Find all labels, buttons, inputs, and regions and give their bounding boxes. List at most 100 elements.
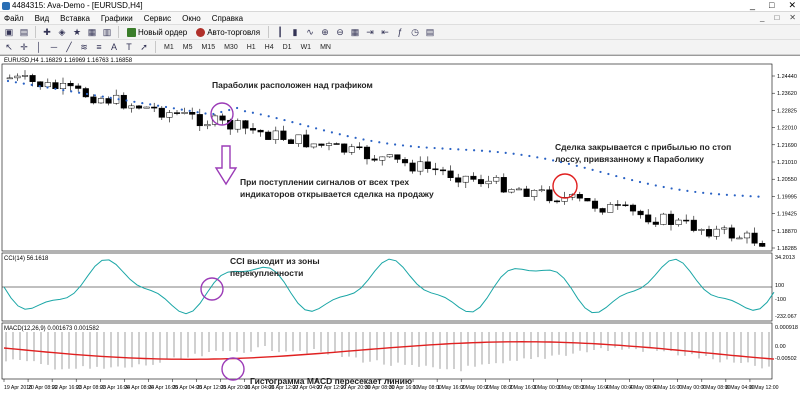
psar-dot: [694, 190, 697, 194]
timeframe-m15[interactable]: M15: [198, 43, 218, 52]
timeframe-m30[interactable]: M30: [221, 43, 241, 52]
cci-tick-label: -100: [775, 297, 786, 303]
timeframe-h4[interactable]: H4: [262, 43, 277, 52]
zoom-out-icon[interactable]: ⊖: [334, 26, 346, 38]
cci-line: [3, 258, 775, 315]
cursor-icon[interactable]: ↖: [3, 41, 15, 53]
timeframe-m5[interactable]: M5: [180, 43, 196, 52]
macd-tick-label: -0.00502: [775, 356, 797, 362]
new-order-button[interactable]: Новый ордер: [124, 26, 190, 39]
candle-body: [683, 219, 690, 222]
candle-body: [409, 162, 416, 172]
tester-icon[interactable]: ▥: [101, 26, 113, 38]
toolbar-divider: [268, 26, 270, 38]
price-tick-label: 1.19995: [777, 194, 797, 200]
menu-help[interactable]: Справка: [212, 14, 243, 23]
data-window-icon[interactable]: ◈: [56, 26, 68, 38]
psar-dot: [749, 195, 752, 198]
terminal-icon[interactable]: ▦: [86, 26, 98, 38]
psar-dot: [54, 87, 57, 90]
cci-tick-label: -232.067: [775, 314, 797, 320]
timeframe-mn[interactable]: MN: [317, 43, 334, 52]
timeframe-d1[interactable]: D1: [280, 43, 295, 52]
text-icon[interactable]: A: [108, 41, 120, 53]
psar-dot: [686, 189, 689, 193]
label-icon[interactable]: T: [123, 41, 135, 53]
market-watch-icon[interactable]: ✚: [41, 26, 53, 38]
candle-body: [439, 169, 447, 172]
horizontal-line-icon[interactable]: ─: [48, 41, 60, 53]
psar-dot: [757, 195, 760, 198]
timeframe-m1[interactable]: M1: [161, 43, 177, 52]
arrows-icon[interactable]: ➚: [138, 41, 150, 53]
psar-dot: [101, 95, 104, 98]
toolbar-divider: [118, 26, 119, 38]
line-chart-icon[interactable]: ∿: [304, 26, 316, 38]
psar-dot: [512, 152, 515, 155]
candle-body: [371, 158, 378, 161]
psar-dot: [109, 96, 112, 99]
autoscroll-icon[interactable]: ⇥: [364, 26, 376, 38]
menu-tools[interactable]: Сервис: [144, 14, 171, 23]
candle-body: [67, 83, 74, 87]
crosshair-icon[interactable]: ✛: [18, 41, 30, 53]
chart-shift-icon[interactable]: ⇤: [379, 26, 391, 38]
menu-view[interactable]: Вид: [35, 14, 49, 23]
menu-insert[interactable]: Вставка: [60, 14, 90, 23]
psar-dot: [180, 108, 183, 111]
psar-dot: [267, 115, 270, 118]
candle-body: [493, 177, 500, 182]
mdi-minimize-icon[interactable]: _: [760, 12, 764, 24]
psar-dot: [283, 118, 286, 122]
indicators-icon[interactable]: ƒ: [394, 26, 406, 38]
templates-icon[interactable]: ▤: [424, 26, 436, 38]
maximize-icon[interactable]: □: [769, 0, 774, 11]
candle-body: [523, 188, 530, 197]
profiles-icon[interactable]: ▤: [18, 26, 30, 38]
vertical-line-icon[interactable]: │: [33, 41, 45, 53]
psar-dot: [631, 178, 634, 182]
psar-dot: [14, 81, 17, 84]
psar-dot: [528, 154, 531, 158]
psar-dot: [615, 174, 618, 178]
menu-window[interactable]: Окно: [182, 14, 201, 23]
macd-label: MACD(12,26,9) 0.001673 0.001582: [4, 326, 100, 332]
minimize-icon[interactable]: _: [750, 0, 755, 11]
psar-dot: [307, 125, 310, 128]
candle-body: [386, 154, 393, 158]
time-tick-label: 8 May 12:00: [750, 385, 779, 391]
psar-dot: [449, 147, 452, 151]
channel-icon[interactable]: ≋: [78, 41, 90, 53]
psar-dot: [188, 109, 191, 112]
bar-chart-icon[interactable]: ┃: [274, 26, 286, 38]
timeframe-h1[interactable]: H1: [244, 43, 259, 52]
navigator-icon[interactable]: ★: [71, 26, 83, 38]
candle-body: [173, 112, 181, 114]
new-chart-icon[interactable]: ▣: [3, 26, 15, 38]
fibonacci-icon[interactable]: ≡: [93, 41, 105, 53]
menu-charts[interactable]: Графики: [101, 14, 133, 23]
candle-body: [363, 146, 371, 160]
candlestick-icon[interactable]: ▮: [289, 26, 301, 38]
mdi-restore-icon[interactable]: □: [774, 12, 779, 24]
candle-body: [515, 188, 523, 191]
mdi-close-icon[interactable]: ✕: [789, 12, 796, 24]
zoom-in-icon[interactable]: ⊕: [319, 26, 331, 38]
period-icon[interactable]: ◷: [409, 26, 421, 38]
app-icon: [2, 2, 10, 10]
candle-body: [629, 204, 637, 212]
candle-body: [303, 134, 310, 148]
auto-trading-button[interactable]: Авто-торговля: [193, 26, 263, 39]
candle-body: [477, 179, 485, 185]
chart-window[interactable]: EURUSD,H4 1.16829 1.16969 1.16763 1.1685…: [0, 55, 800, 400]
close-icon[interactable]: ✕: [788, 0, 796, 11]
candle-body: [607, 204, 614, 213]
trendline-icon[interactable]: ╱: [63, 41, 75, 53]
menu-file[interactable]: Файл: [4, 14, 24, 23]
timeframe-w1[interactable]: W1: [298, 43, 315, 52]
tile-icon[interactable]: ▦: [349, 26, 361, 38]
chart-canvas[interactable]: 1.24440 1.23620 1.22825 1.22010 1.21690 1.210…: [0, 56, 800, 400]
psar-dot: [70, 90, 73, 93]
candle-body: [599, 208, 606, 213]
psar-dot: [465, 148, 468, 151]
